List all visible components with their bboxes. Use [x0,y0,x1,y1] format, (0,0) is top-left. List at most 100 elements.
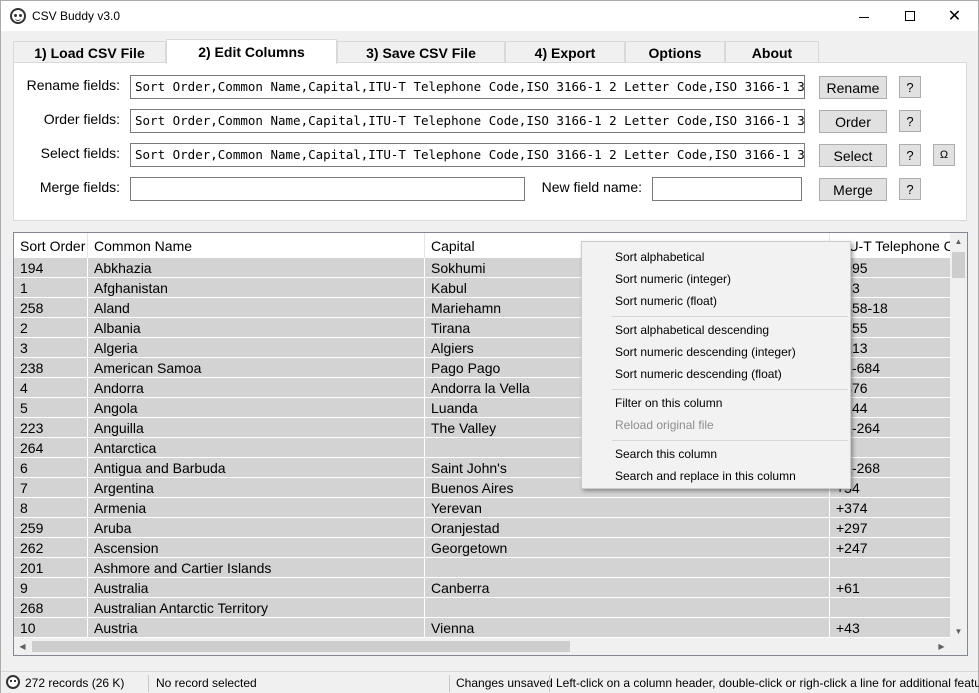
minimize-icon [858,16,869,18]
table-row[interactable]: 262 Ascension Georgetown +247 [14,538,960,558]
close-button[interactable]: ✕ [932,1,977,31]
order-fields-input[interactable]: Sort Order,Common Name,Capital,ITU-T Tel… [130,109,805,133]
tab-save-csv[interactable]: 3) Save CSV File [337,41,505,63]
status-changes: Changes unsaved [456,676,553,690]
horizontal-scroll-thumb[interactable] [32,641,570,652]
order-button[interactable]: Order [819,110,887,133]
sort-order-cell: 238 [14,358,88,378]
title-bar[interactable]: CSV Buddy v3.0 ✕ [1,1,978,31]
menu-sort-numeric-float[interactable]: Sort numeric (float) [615,294,717,308]
common-name-cell: Afghanistan [88,278,425,298]
rename-help-button[interactable]: ? [899,76,921,98]
order-help-button[interactable]: ? [899,110,921,132]
tab-export[interactable]: 4) Export [505,41,625,63]
scroll-up-icon[interactable]: ▲ [950,233,967,250]
sort-order-cell: 194 [14,258,88,278]
common-name-cell: Albania [88,318,425,338]
maximize-button[interactable] [887,1,932,31]
common-name-cell: Antarctica [88,438,425,458]
common-name-cell: Antigua and Barbuda [88,458,425,478]
menu-sort-numeric-integer[interactable]: Sort numeric (integer) [615,272,731,286]
vertical-scroll-thumb[interactable] [952,252,965,278]
menu-separator [612,440,848,441]
menu-sort-alphabetical[interactable]: Sort alphabetical [615,250,704,264]
scroll-left-icon[interactable]: ◀ [14,638,31,655]
common-name-cell: Anguilla [88,418,425,438]
telephone-code-cell [830,558,960,578]
tab-about[interactable]: About [725,41,819,63]
sort-order-cell: 258 [14,298,88,318]
tab-edit-columns[interactable]: 2) Edit Columns [166,39,337,64]
table-row[interactable]: 10 Austria Vienna +43 [14,618,960,638]
menu-sort-numeric-desc-float[interactable]: Sort numeric descending (float) [615,367,782,381]
col-common-name-header[interactable]: Common Name [88,233,425,258]
menu-reload-original-file: Reload original file [615,418,714,432]
rename-button[interactable]: Rename [819,76,887,99]
sort-order-cell: 1 [14,278,88,298]
tab-load-csv[interactable]: 1) Load CSV File [13,41,166,63]
merge-help-button[interactable]: ? [899,178,921,200]
column-context-menu: Sort alphabetical Sort numeric (integer)… [581,241,851,489]
common-name-cell: American Samoa [88,358,425,378]
common-name-cell: Algeria [88,338,425,358]
table-row[interactable]: 9 Australia Canberra +61 [14,578,960,598]
menu-search-column[interactable]: Search this column [615,447,717,461]
select-button[interactable]: Select [819,144,887,167]
menu-sort-alphabetical-desc[interactable]: Sort alphabetical descending [615,323,769,337]
sort-order-cell: 264 [14,438,88,458]
select-help-button[interactable]: ? [899,144,921,166]
table-row[interactable]: 268 Australian Antarctic Territory [14,598,960,618]
menu-sort-numeric-desc-integer[interactable]: Sort numeric descending (integer) [615,345,796,359]
status-records: 272 records (26 K) [25,676,125,690]
status-logo-icon [6,675,20,689]
tab-options[interactable]: Options [625,41,725,63]
minimize-button[interactable] [841,1,886,31]
order-fields-label: Order fields: [43,111,120,127]
horizontal-scrollbar[interactable]: ◀ ▶ [14,638,967,655]
common-name-cell: Andorra [88,378,425,398]
status-bar: 272 records (26 K) No record selected Ch… [1,671,979,693]
merge-fields-input[interactable] [130,177,525,201]
table-row[interactable]: 259 Aruba Oranjestad +297 [14,518,960,538]
select-fields-input[interactable]: Sort Order,Common Name,Capital,ITU-T Tel… [130,143,805,167]
sort-order-cell: 9 [14,578,88,598]
omega-button[interactable]: Ω [933,144,955,166]
status-divider [449,675,450,692]
sort-order-cell: 7 [14,478,88,498]
menu-search-replace-column[interactable]: Search and replace in this column [615,469,796,483]
common-name-cell: Abkhazia [88,258,425,278]
sort-order-cell: 201 [14,558,88,578]
merge-button[interactable]: Merge [819,178,887,201]
sort-order-cell: 223 [14,418,88,438]
common-name-cell: Aland [88,298,425,318]
sort-order-cell: 3 [14,338,88,358]
new-field-name-input[interactable] [652,177,802,201]
status-selection: No record selected [156,676,257,690]
close-icon: ✕ [947,8,962,25]
table-row[interactable]: 201 Ashmore and Cartier Islands [14,558,960,578]
sort-order-cell: 5 [14,398,88,418]
capital-cell [425,558,830,578]
capital-cell: Yerevan [425,498,830,518]
app-window: CSV Buddy v3.0 ✕ 1) Load CSV File 2) Edi… [0,0,979,693]
rename-fields-input[interactable]: Sort Order,Common Name,Capital,ITU-T Tel… [130,75,805,99]
menu-filter-column[interactable]: Filter on this column [615,396,722,410]
telephone-code-cell: +247 [830,538,960,558]
common-name-cell: Aruba [88,518,425,538]
status-divider [549,675,550,692]
capital-cell: Georgetown [425,538,830,558]
telephone-code-cell: +43 [830,618,960,638]
window-title: CSV Buddy v3.0 [32,9,121,23]
scroll-right-icon[interactable]: ▶ [933,638,950,655]
common-name-cell: Argentina [88,478,425,498]
table-row[interactable]: 8 Armenia Yerevan +374 [14,498,960,518]
common-name-cell: Ashmore and Cartier Islands [88,558,425,578]
capital-cell: Oranjestad [425,518,830,538]
menu-separator [612,316,848,317]
rename-fields-label: Rename fields: [26,77,120,93]
col-sort-order-header[interactable]: Sort Order [14,233,88,258]
sort-order-cell: 2 [14,318,88,338]
sort-order-cell: 268 [14,598,88,618]
vertical-scrollbar[interactable]: ▲ ▼ [950,233,967,640]
sort-order-cell: 259 [14,518,88,538]
